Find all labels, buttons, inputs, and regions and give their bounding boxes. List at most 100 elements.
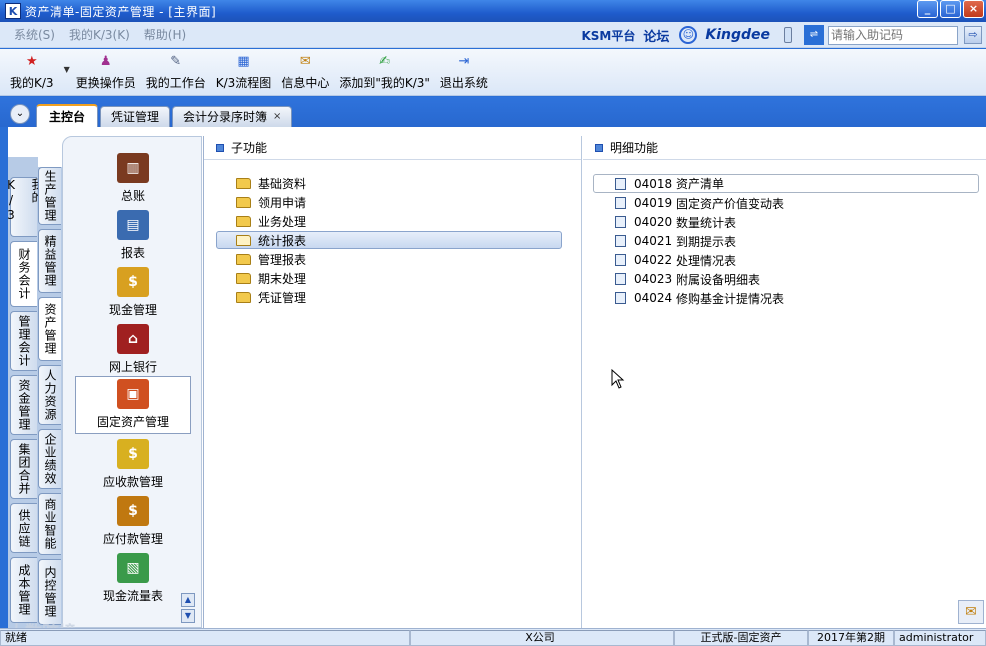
vtab-asset-management[interactable]: 资产管理: [38, 297, 61, 361]
exit-icon: ⇥: [458, 54, 470, 69]
vertical-tabs-outer: 我的K/3 财务会计 管理会计 资金管理 集团合并 供应链 成本管理: [4, 157, 44, 628]
cashflow-icon: ▧: [117, 553, 149, 583]
minimize-button[interactable]: _: [917, 0, 938, 18]
tool-my-workbench[interactable]: ✎ 我的工作台: [146, 53, 206, 95]
vtab-enterprise-performance[interactable]: 企业绩效: [38, 429, 61, 489]
module-online-bank[interactable]: ⌂ 网上银行: [75, 322, 191, 378]
maximize-button[interactable]: □: [940, 0, 961, 18]
tab-main-console[interactable]: 主控台: [36, 104, 99, 127]
module-label: 总账: [120, 189, 145, 203]
flowchart-icon: ▦: [237, 54, 250, 69]
edit-icon: ✍: [379, 54, 391, 69]
folder-icon: [236, 196, 251, 208]
title-bar: K 资产清单-固定资产管理 - [主界面] _ □ ×: [0, 0, 986, 22]
document-icon: [615, 235, 626, 247]
module-general-ledger[interactable]: ▥ 总账: [75, 151, 191, 207]
document-icon: [615, 197, 626, 209]
go-button[interactable]: ⇨: [964, 26, 982, 44]
detail-item-04022[interactable]: 04022 处理情况表: [593, 251, 979, 269]
ksm-platform-link[interactable]: KSM平台: [581, 27, 635, 44]
helper-code-icon: ⇌: [804, 25, 824, 45]
close-button[interactable]: ×: [963, 0, 984, 18]
tab-journal-register[interactable]: 会计分录序时簿 ×: [172, 106, 293, 127]
kingdee-logo: Kingdee: [705, 27, 770, 43]
sub-item-requisition[interactable]: 领用申请: [216, 193, 562, 211]
vtab-human-resources[interactable]: 人力资源: [38, 365, 61, 425]
document-icon: [615, 292, 626, 304]
scroll-down-button[interactable]: ▼: [181, 609, 195, 623]
toolbar: ★ 我的K/3 ▼ ♟ 更换操作员 ✎ 我的工作台 ▦ K/3流程图 ✉ 信息中…: [0, 49, 986, 96]
module-label: 应收款管理: [102, 475, 163, 489]
dropdown-arrow-icon[interactable]: ▼: [64, 65, 70, 74]
detail-item-04020[interactable]: 04020 数量统计表: [593, 213, 979, 231]
close-icon[interactable]: ×: [273, 107, 281, 127]
header-marker-icon: [595, 143, 603, 152]
sub-item-management-reports[interactable]: 管理报表: [216, 250, 562, 268]
sub-item-statistical-reports[interactable]: 统计报表: [216, 231, 562, 249]
work-area: 我的K/3 财务会计 管理会计 资金管理 集团合并 供应链 成本管理 生产管理 …: [4, 127, 986, 628]
vtab-production-management[interactable]: 生产管理: [38, 167, 61, 225]
vtab-internal-control[interactable]: 内控管理: [38, 559, 61, 625]
tool-my-k3[interactable]: ★ 我的K/3: [10, 53, 54, 95]
sub-item-basic-data[interactable]: 基础资料: [216, 174, 562, 192]
module-fixed-asset[interactable]: ▣ 固定资产管理: [75, 376, 191, 434]
menu-system[interactable]: 系统(S): [14, 26, 55, 43]
forum-link[interactable]: 论坛: [643, 26, 669, 45]
tool-label: K/3流程图: [215, 76, 272, 90]
module-panel: ▥ 总账 ▤ 报表 $ 现金管理 ⌂ 网上银行 ▣ 固定资产管理 $ 应收款管理…: [62, 136, 202, 628]
vtab-financial-accounting[interactable]: 财务会计: [10, 241, 37, 307]
menu-help[interactable]: 帮助(H): [144, 26, 186, 43]
moneybag-icon: $: [117, 439, 149, 469]
vertical-tabs-inner: 生产管理 精益管理 资产管理 人力资源 企业绩效 商业智能 内控管理: [38, 167, 62, 628]
tool-flowchart[interactable]: ▦ K/3流程图: [216, 53, 272, 95]
vtab-my-k3[interactable]: 我的K/3: [4, 177, 44, 237]
module-report[interactable]: ▤ 报表: [75, 208, 191, 264]
sub-item-voucher-management[interactable]: 凭证管理: [216, 288, 562, 306]
smiley-icon[interactable]: ☺: [679, 26, 698, 44]
vtab-business-intelligence[interactable]: 商业智能: [38, 493, 61, 555]
helper-code-input[interactable]: [828, 25, 958, 45]
chevron-down-icon[interactable]: ⌄: [10, 104, 30, 124]
tool-exit[interactable]: ⇥ 退出系统: [440, 53, 488, 95]
tab-voucher-management[interactable]: 凭证管理: [100, 106, 171, 127]
phone-icon[interactable]: [784, 27, 792, 43]
sub-item-period-end[interactable]: 期末处理: [216, 269, 562, 287]
folder-icon: [236, 215, 251, 227]
tool-label: 更换操作员: [75, 76, 136, 90]
sub-function-header: 子功能: [204, 136, 581, 160]
detail-item-04023[interactable]: 04023 附属设备明细表: [593, 270, 979, 288]
menu-my-k3[interactable]: 我的K/3(K): [69, 26, 130, 43]
detail-function-panel: 明细功能 04018 资产清单 04019 固定资产价值变动表 04020 数量…: [583, 136, 986, 628]
vtab-group-consolidation[interactable]: 集团合并: [10, 439, 37, 499]
tab-label: 凭证管理: [111, 110, 160, 124]
folder-open-icon: [236, 234, 251, 246]
sub-item-business-processing[interactable]: 业务处理: [216, 212, 562, 230]
tab-strip: ⌄ 主控台 凭证管理 会计分录序时簿 ×: [0, 97, 986, 127]
vtab-fund-management[interactable]: 资金管理: [10, 375, 37, 435]
tool-add-to-my-k3[interactable]: ✍ 添加到"我的K/3": [339, 53, 430, 95]
pencil-icon: ✎: [170, 54, 182, 69]
module-cash-management[interactable]: $ 现金管理: [75, 265, 191, 321]
module-receivables[interactable]: $ 应收款管理: [75, 437, 191, 493]
chat-icon: ✉: [299, 54, 311, 69]
tool-label: 添加到"我的K/3": [339, 76, 430, 90]
vtab-cost-management[interactable]: 成本管理: [10, 557, 37, 623]
tool-switch-operator[interactable]: ♟ 更换操作员: [76, 53, 136, 95]
mail-icon[interactable]: ✉: [958, 600, 984, 624]
module-payables[interactable]: $ 应付款管理: [75, 494, 191, 550]
status-user: administrator: [894, 629, 986, 646]
tool-info-center[interactable]: ✉ 信息中心: [281, 53, 329, 95]
detail-item-04021[interactable]: 04021 到期提示表: [593, 232, 979, 250]
module-label: 应付款管理: [102, 532, 163, 546]
tool-label: 退出系统: [439, 76, 488, 90]
module-cash-flow[interactable]: ▧ 现金流量表: [75, 551, 191, 607]
vtab-supply-chain[interactable]: 供应链: [10, 503, 37, 553]
detail-item-04018[interactable]: 04018 资产清单: [593, 174, 979, 193]
vtab-management-accounting[interactable]: 管理会计: [10, 311, 37, 371]
bank-icon: ⌂: [117, 324, 149, 354]
detail-item-04019[interactable]: 04019 固定资产价值变动表: [593, 194, 979, 212]
vtab-lean-management[interactable]: 精益管理: [38, 229, 61, 293]
detail-item-04024[interactable]: 04024 修购基金计提情况表: [593, 289, 979, 307]
star-icon: ★: [25, 54, 38, 69]
scroll-up-button[interactable]: ▲: [181, 593, 195, 607]
